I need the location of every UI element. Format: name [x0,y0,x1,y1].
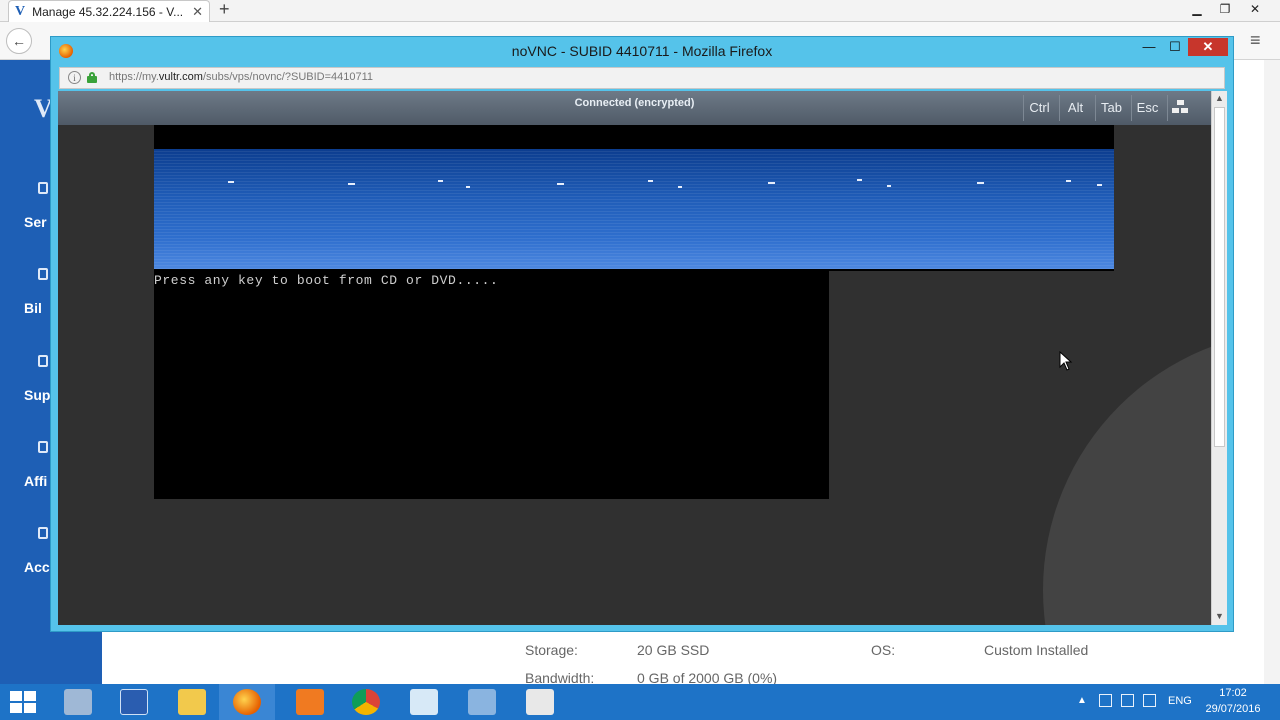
background-minimize-button[interactable]: ▁ [1182,0,1212,18]
background-scrollbar[interactable] [1264,60,1280,684]
chrome-icon [352,689,380,715]
firefox-icon [233,689,261,715]
ctrl-key-button[interactable]: Ctrl [1023,95,1055,121]
alt-key-button[interactable]: Alt [1059,95,1091,121]
billing-icon [38,268,48,280]
network-tool-icon [468,689,496,715]
firefox-window: noVNC - SUBID 4410711 - Mozilla Firefox … [50,36,1234,632]
lock-icon [87,72,97,83]
esc-key-button[interactable]: Esc [1131,95,1163,121]
taskbar: ▲ ENG 17:02 29/07/2016 [0,684,1280,720]
server-manager-icon [64,689,92,715]
close-tab-icon[interactable]: ✕ [192,4,203,20]
taskbar-file-explorer[interactable] [164,684,220,720]
extra-keys-icon[interactable] [1167,95,1199,121]
notepad-icon [410,689,438,715]
remote-console[interactable]: Press any key to boot from CD or DVD....… [154,269,829,499]
language-indicator[interactable]: ENG [1168,695,1192,707]
server-details: Storage: 20 GB SSD OS: Custom Installed … [102,632,1280,686]
os-label: OS: [871,642,896,658]
windows-start-icon [10,691,36,713]
firefox-url-bar[interactable]: i https://my.vultr.com/subs/vps/novnc/?S… [59,67,1225,89]
firefox-close-button[interactable]: ✕ [1188,38,1228,56]
taskbar-network-tool[interactable] [454,684,510,720]
scroll-down-icon[interactable]: ▼ [1215,611,1224,621]
background-tab-title: Manage 45.32.224.156 - V... [32,4,184,19]
boot-banner [154,149,1114,269]
background-tab[interactable]: V Manage 45.32.224.156 - V... ✕ [8,0,210,22]
url-path: /subs/vps/novnc/?SUBID=4410711 [202,71,374,83]
tab-key-button[interactable]: Tab [1095,95,1127,121]
mouse-cursor-icon [1059,351,1073,371]
background-restore-button[interactable]: ❐ [1210,0,1240,18]
taskbar-server-manager[interactable] [50,684,106,720]
chrome-menu-icon[interactable]: ≡ [1250,30,1261,51]
servers-icon [38,182,48,194]
background-close-button[interactable]: ✕ [1240,0,1270,18]
taskbar-firefox[interactable] [219,684,275,720]
network-icon[interactable] [1121,694,1134,707]
url-text: https://my.vultr.com/subs/vps/novnc/?SUB… [109,71,373,83]
start-button[interactable] [0,684,56,720]
new-tab-button[interactable]: + [219,0,230,20]
vultr-logo-icon: V [15,3,26,19]
os-value: Custom Installed [984,642,1089,658]
firefox-scrollbar[interactable]: ▲ ▼ [1211,91,1227,625]
firefox-window-title: noVNC - SUBID 4410711 - Mozilla Firefox [511,43,773,59]
clock-time[interactable]: 17:02 [1210,687,1256,699]
show-hidden-icons-icon[interactable]: ▲ [1077,695,1087,706]
firefox-minimize-button[interactable]: — [1136,38,1162,56]
action-center-flag-icon[interactable] [1099,694,1112,707]
back-button[interactable]: ← [6,28,32,54]
xampp-icon [296,689,324,715]
firefox-maximize-button[interactable]: ☐ [1162,38,1188,56]
account-icon [38,527,48,539]
taskbar-recorder[interactable] [512,684,568,720]
storage-value: 20 GB SSD [637,642,710,658]
taskbar-xampp[interactable] [282,684,338,720]
background-tab-bar: V Manage 45.32.224.156 - V... ✕ + ▁ ❐ ✕ [0,0,1280,22]
powershell-icon [120,689,148,715]
volume-muted-icon[interactable] [1143,694,1156,707]
scroll-up-icon[interactable]: ▲ [1215,93,1224,103]
clock-date[interactable]: 29/07/2016 [1204,703,1262,715]
info-icon[interactable]: i [68,71,81,84]
boot-prompt-text: Press any key to boot from CD or DVD....… [154,273,499,288]
novnc-viewport[interactable]: Connected (encrypted) Ctrl Alt Tab Esc P… [58,91,1227,625]
support-icon [38,355,48,367]
file-explorer-icon [178,689,206,715]
taskbar-powershell[interactable] [106,684,162,720]
url-host: vultr.com [158,71,203,83]
novnc-status-bar: Connected (encrypted) Ctrl Alt Tab Esc [58,91,1211,125]
taskbar-notepad[interactable] [396,684,452,720]
storage-label: Storage: [525,642,578,658]
recorder-icon [526,689,554,715]
url-scheme: https://my. [109,71,159,83]
scroll-thumb[interactable] [1214,107,1225,447]
remote-screen-banner-area [154,125,1114,271]
taskbar-chrome[interactable] [338,684,394,720]
affiliate-icon [38,441,48,453]
